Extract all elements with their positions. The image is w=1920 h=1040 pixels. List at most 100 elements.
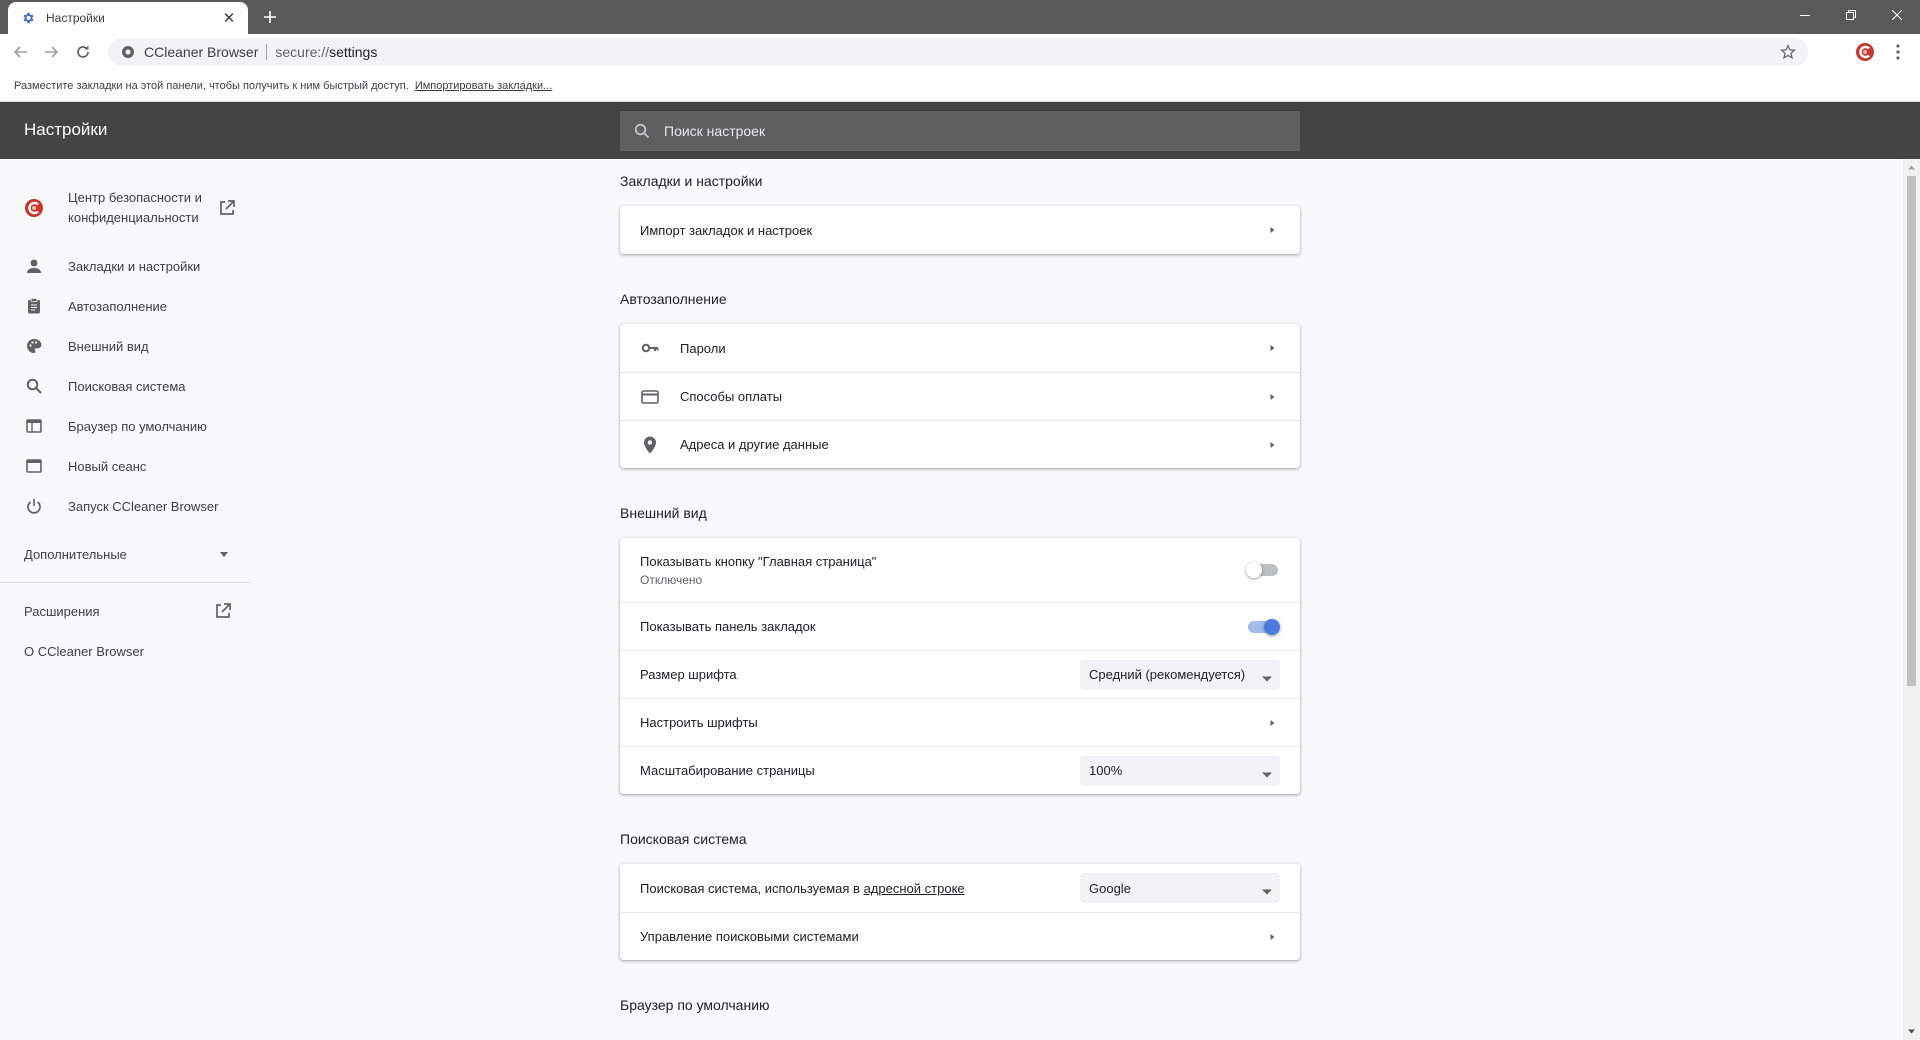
ccleaner-profile-icon[interactable] bbox=[1855, 42, 1875, 62]
bookmark-star-icon[interactable] bbox=[1780, 44, 1796, 60]
payment-methods-label: Способы оплаты bbox=[680, 389, 783, 404]
bookmarks-bar-hint: Разместите закладки на этой панели, чтоб… bbox=[14, 79, 409, 92]
toggle-knob bbox=[1264, 618, 1280, 635]
sidebar-advanced-label: Дополнительные bbox=[24, 546, 127, 562]
dropdown-arrow-icon bbox=[1262, 884, 1272, 895]
reload-icon[interactable] bbox=[70, 39, 96, 65]
scroll-up-arrow-icon[interactable] bbox=[1903, 159, 1920, 176]
home-button-row[interactable]: Показывать кнопку "Главная страница" Отк… bbox=[620, 538, 1300, 602]
omnibox-divider bbox=[266, 44, 268, 60]
sidebar-item-label: Автозаполнение bbox=[68, 298, 168, 314]
ccleaner-logo-icon bbox=[24, 198, 44, 218]
sidebar-advanced-toggle[interactable]: Дополнительные bbox=[0, 534, 252, 574]
address-bar[interactable]: CCleaner Browser secure:// settings bbox=[108, 38, 1808, 66]
close-icon[interactable] bbox=[1874, 0, 1920, 30]
page-scrollbar[interactable] bbox=[1903, 159, 1920, 1040]
scroll-down-arrow-icon[interactable] bbox=[1903, 1023, 1920, 1040]
sidebar-item-default-browser[interactable]: Браузер по умолчанию bbox=[0, 406, 252, 446]
passwords-label: Пароли bbox=[680, 340, 726, 356]
scrollbar-thumb[interactable] bbox=[1907, 176, 1916, 686]
search-engine-select[interactable]: Google bbox=[1080, 873, 1280, 903]
location-pin-icon bbox=[640, 435, 660, 455]
payment-methods-row[interactable]: Способы оплаты bbox=[620, 372, 1300, 420]
customize-fonts-row[interactable]: Настроить шрифты bbox=[620, 698, 1300, 746]
sidebar-item-security-center[interactable]: Центр безопасности и конфиденциальности bbox=[0, 170, 252, 246]
import-bookmarks-row[interactable]: Импорт закладок и настроек bbox=[620, 206, 1300, 254]
section-title-search: Поисковая система bbox=[620, 831, 747, 847]
back-arrow-icon[interactable] bbox=[8, 39, 34, 65]
sidebar-item-label: Расширения bbox=[24, 603, 100, 619]
sidebar-item-extensions[interactable]: Расширения bbox=[0, 591, 252, 631]
font-size-select[interactable]: Средний (рекомендуется) bbox=[1080, 659, 1280, 690]
browser-toolbar: CCleaner Browser secure:// settings bbox=[0, 34, 1920, 70]
restore-icon[interactable] bbox=[1828, 0, 1874, 30]
person-icon bbox=[24, 256, 44, 276]
addresses-row[interactable]: Адреса и другие данные bbox=[620, 420, 1300, 468]
card-autofill: Пароли Способы оплаты Адреса и другие да… bbox=[620, 324, 1300, 468]
kebab-menu-icon[interactable] bbox=[1888, 42, 1908, 62]
arrow-right-icon bbox=[1260, 336, 1284, 360]
manage-search-engines-row[interactable]: Управление поисковыми системами bbox=[620, 912, 1300, 960]
home-button-toggle[interactable] bbox=[1246, 560, 1280, 580]
addresses-label: Адреса и другие данные bbox=[680, 437, 829, 452]
sidebar-item-label: Запуск CCleaner Browser bbox=[68, 498, 219, 514]
manage-search-engines-label: Управление поисковыми системами bbox=[640, 929, 859, 944]
sidebar-item-label: Центр безопасности и конфиденциальности bbox=[68, 190, 202, 225]
home-button-status: Отключено bbox=[640, 572, 703, 587]
open-in-new-icon bbox=[214, 602, 232, 620]
bookmarks-bar-row[interactable]: Показывать панель закладок bbox=[620, 602, 1300, 650]
arrow-right-icon bbox=[1260, 385, 1284, 409]
site-name: CCleaner Browser bbox=[144, 44, 259, 60]
sidebar-item-search-engine[interactable]: Поисковая система bbox=[0, 366, 252, 406]
search-engine-label-prefix: Поисковая система, используемая в bbox=[640, 880, 860, 896]
page-zoom-select[interactable]: 100% bbox=[1080, 755, 1280, 786]
search-input[interactable] bbox=[664, 111, 1300, 151]
settings-search[interactable] bbox=[620, 111, 1300, 151]
forward-arrow-icon[interactable] bbox=[38, 39, 64, 65]
sidebar-item-label: Новый сеанс bbox=[68, 458, 147, 474]
sidebar-item-autofill[interactable]: Автозаполнение bbox=[0, 286, 252, 326]
sidebar-item-about[interactable]: О CCleaner Browser bbox=[0, 631, 252, 671]
font-size-row: Размер шрифта Средний (рекомендуется) bbox=[620, 650, 1300, 698]
sidebar-item-bookmarks[interactable]: Закладки и настройки bbox=[0, 246, 252, 286]
sidebar-divider bbox=[0, 582, 252, 583]
page-zoom-value: 100% bbox=[1089, 763, 1123, 778]
url-path: settings bbox=[329, 44, 378, 60]
gear-icon bbox=[20, 10, 36, 26]
url-scheme: secure:// bbox=[275, 44, 330, 60]
sidebar-item-label: Внешний вид bbox=[68, 338, 149, 354]
bookmarks-bar-toggle[interactable] bbox=[1246, 617, 1280, 637]
sidebar-item-startup[interactable]: Запуск CCleaner Browser bbox=[0, 486, 252, 526]
tab-settings[interactable]: Настройки ✕ bbox=[8, 2, 248, 34]
font-size-label: Размер шрифта bbox=[640, 667, 737, 682]
dropdown-arrow-icon bbox=[1262, 671, 1272, 681]
settings-header: Настройки bbox=[0, 102, 1920, 159]
power-icon bbox=[24, 496, 44, 516]
clipboard-icon bbox=[24, 296, 44, 316]
toggle-knob bbox=[1246, 562, 1262, 578]
sidebar-item-label: Закладки и настройки bbox=[68, 258, 201, 274]
browser-window-icon bbox=[24, 416, 44, 436]
minimize-icon[interactable] bbox=[1782, 0, 1828, 30]
card-appearance: Показывать кнопку "Главная страница" Отк… bbox=[620, 538, 1300, 794]
plus-icon[interactable] bbox=[258, 5, 282, 29]
search-icon bbox=[24, 376, 44, 396]
section-title-bookmarks: Закладки и настройки bbox=[620, 173, 763, 189]
font-size-value: Средний (рекомендуется) bbox=[1089, 667, 1246, 682]
passwords-row[interactable]: Пароли bbox=[620, 324, 1300, 372]
dropdown-arrow-icon bbox=[1262, 767, 1272, 777]
site-info-icon[interactable] bbox=[120, 44, 136, 60]
sidebar-item-appearance[interactable]: Внешний вид bbox=[0, 326, 252, 366]
bookmarks-bar-label: Показывать панель закладок bbox=[640, 619, 816, 634]
key-icon bbox=[640, 338, 660, 358]
home-button-label: Показывать кнопку "Главная страница" bbox=[640, 553, 877, 569]
address-bar-link[interactable]: адресной строке bbox=[864, 881, 965, 896]
tab-close-icon[interactable]: ✕ bbox=[220, 9, 238, 27]
sidebar-item-new-session[interactable]: Новый сеанс bbox=[0, 446, 252, 486]
open-in-new-icon bbox=[218, 199, 236, 217]
section-title-default-browser: Браузер по умолчанию bbox=[620, 997, 770, 1013]
palette-icon bbox=[24, 336, 44, 356]
import-bookmarks-link[interactable]: Импортировать закладки... bbox=[415, 80, 552, 92]
settings-main: Закладки и настройки Импорт закладок и н… bbox=[620, 170, 1300, 1030]
arrow-right-icon bbox=[1260, 925, 1284, 949]
